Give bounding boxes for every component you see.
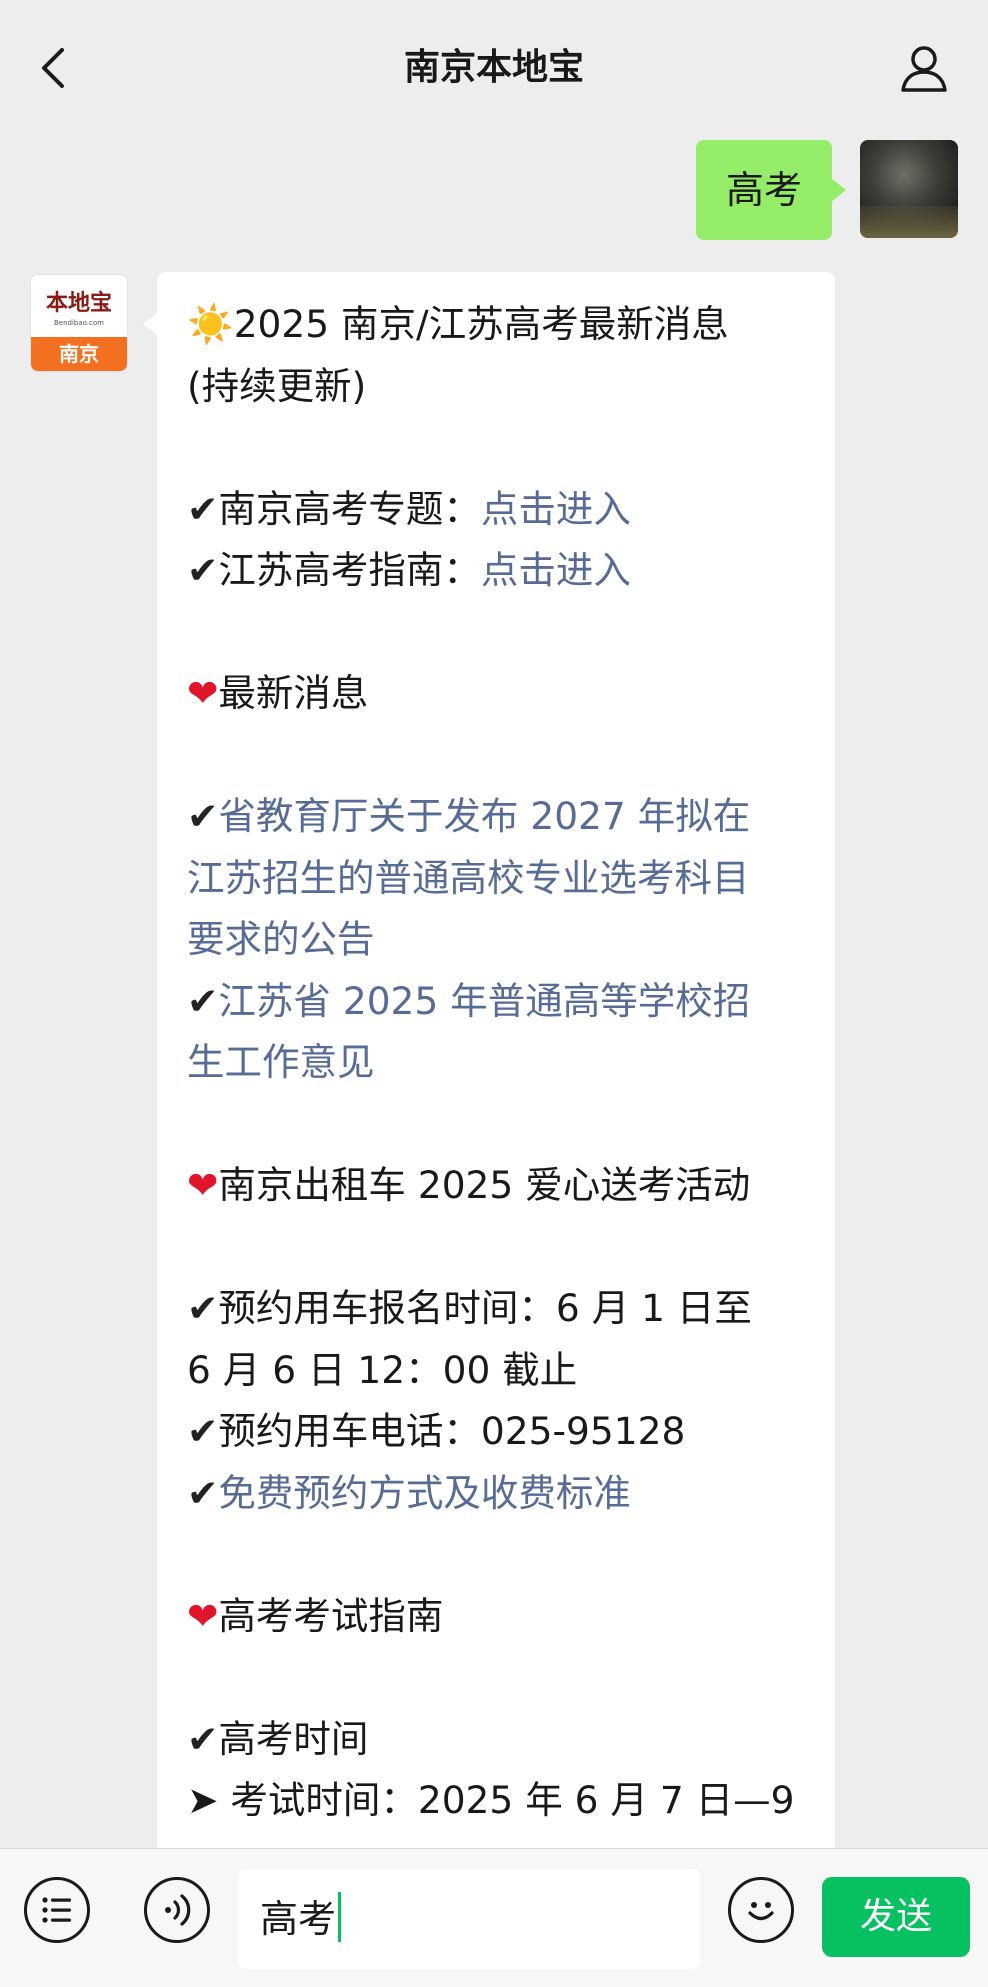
- list-item: ➤ 考试时间：2025 年 6 月 7 日—9: [187, 1778, 795, 1822]
- bot-message-bubble: ☀️2025 南京/江苏高考最新消息 (持续更新) ✔南京高考专题：点击进入 ✔…: [143, 272, 835, 1848]
- message-input[interactable]: 高考: [238, 1869, 700, 1969]
- chat-area[interactable]: 高考 本地宝 Bendibao.com 南京 ☀️2025 南京/江苏高考最新消…: [0, 130, 988, 1848]
- my-message-bubble[interactable]: 高考: [695, 140, 847, 240]
- check-icon: ✔: [187, 1409, 219, 1453]
- check-icon: ✔: [187, 978, 219, 1023]
- topic2-link[interactable]: 点击进入: [481, 548, 631, 592]
- list-item: ✔江苏高考指南：点击进入: [187, 548, 631, 592]
- emoji-button[interactable]: [728, 1877, 794, 1943]
- my-avatar[interactable]: [860, 140, 958, 238]
- list-item: ✔预约用车报名时间：6 月 1 日至: [187, 1286, 752, 1330]
- check-icon: ✔: [187, 548, 219, 592]
- logo-url: Bendibao.com: [53, 319, 104, 327]
- voice-icon: [165, 1894, 191, 1926]
- menu-button[interactable]: [24, 1877, 90, 1943]
- news2-link[interactable]: ✔江苏省 2025 年普通高等学校招 生工作意见: [187, 971, 805, 1094]
- check-icon: ✔: [187, 1716, 219, 1761]
- user-icon: [901, 46, 947, 92]
- section-heading: ❤南京出租车 2025 爱心送考活动: [187, 1163, 751, 1207]
- top-nav-bar: 南京本地宝: [0, 0, 988, 130]
- list-item: ✔预约用车电话：025-95128: [187, 1409, 686, 1453]
- fee-standard-link[interactable]: 免费预约方式及收费标准: [218, 1471, 631, 1515]
- send-button[interactable]: 发送: [822, 1877, 970, 1957]
- check-icon: ✔: [187, 486, 219, 531]
- list-item: ✔南京高考专题：点击进入: [187, 486, 631, 531]
- list-item: ✔高考时间: [187, 1716, 369, 1761]
- section-heading: ❤高考考试指南: [187, 1593, 444, 1638]
- heart-icon: ❤: [187, 1163, 219, 1207]
- logo-city: 南京: [31, 337, 127, 371]
- page-title: 南京本地宝: [403, 47, 584, 88]
- message-title: ☀️2025 南京/江苏高考最新消息: [187, 302, 729, 346]
- list-menu-icon: [42, 1897, 71, 1923]
- check-icon: ✔: [187, 1286, 219, 1330]
- check-icon: ✔: [187, 1470, 219, 1515]
- text-caret: [338, 1892, 342, 1942]
- check-icon: ✔: [187, 794, 219, 838]
- section-heading: ❤最新消息: [187, 671, 369, 715]
- input-bar: 高考 发送: [0, 1848, 988, 1987]
- arrow-icon: ➤: [187, 1778, 219, 1822]
- my-message-row: 高考: [695, 140, 958, 240]
- list-item-cont: 6 月 6 日 12：00 截止: [187, 1347, 578, 1392]
- news1-link[interactable]: ✔省教育厅关于发布 2027 年拟在 江苏招生的普通高校专业选考科目 要求的公告: [187, 786, 805, 971]
- list-item: ✔免费预约方式及收费标准: [187, 1463, 805, 1525]
- account-avatar[interactable]: 本地宝 Bendibao.com 南京: [30, 274, 128, 372]
- sun-icon: ☀️: [187, 302, 234, 346]
- profile-button[interactable]: [898, 42, 950, 94]
- logo-text: 本地宝: [45, 290, 112, 316]
- voice-button[interactable]: [144, 1877, 210, 1943]
- message-title-cont: (持续更新): [187, 363, 367, 408]
- heart-icon: ❤: [187, 671, 219, 715]
- emoji-icon: [748, 1902, 774, 1921]
- topic1-link[interactable]: 点击进入: [481, 487, 631, 531]
- heart-icon: ❤: [187, 1593, 219, 1638]
